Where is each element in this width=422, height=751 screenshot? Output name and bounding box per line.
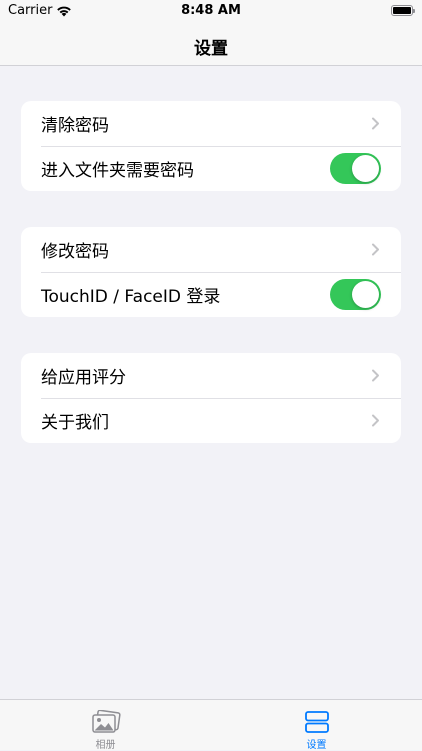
row-label: 给应用评分 bbox=[41, 368, 126, 388]
row-rate-app[interactable]: 给应用评分 bbox=[21, 353, 401, 398]
row-clear-password[interactable]: 清除密码 bbox=[21, 101, 401, 146]
tab-label: 设置 bbox=[306, 740, 327, 751]
chevron-right-icon bbox=[372, 414, 379, 427]
status-bar: Carrier 8:48 AM bbox=[0, 0, 422, 24]
page-title: 设置 bbox=[194, 39, 228, 59]
chevron-right-icon bbox=[372, 243, 379, 256]
navigation-bar: 设置 bbox=[0, 24, 422, 66]
settings-tab-icon bbox=[305, 711, 329, 733]
folder-password-toggle[interactable] bbox=[330, 153, 381, 184]
chevron-right-icon bbox=[372, 117, 379, 130]
tab-album[interactable]: 相册 bbox=[0, 700, 211, 751]
settings-group-security: 修改密码 TouchID / FaceID 登录 bbox=[21, 227, 401, 317]
toggle-knob bbox=[352, 281, 379, 308]
row-label: 修改密码 bbox=[41, 242, 109, 262]
tab-settings[interactable]: 设置 bbox=[211, 700, 422, 751]
row-label: TouchID / FaceID 登录 bbox=[41, 287, 221, 307]
tab-bar: 相册 设置 bbox=[0, 699, 422, 751]
photos-icon bbox=[92, 710, 121, 733]
row-label: 关于我们 bbox=[41, 413, 109, 433]
toggle-knob bbox=[352, 155, 379, 182]
battery-level bbox=[393, 7, 411, 14]
tab-label: 相册 bbox=[95, 740, 116, 751]
row-about-us[interactable]: 关于我们 bbox=[21, 398, 401, 443]
battery-cap bbox=[413, 9, 415, 13]
row-change-password[interactable]: 修改密码 bbox=[21, 227, 401, 272]
biometric-login-toggle[interactable] bbox=[330, 279, 381, 310]
status-time: 8:48 AM bbox=[181, 3, 241, 18]
battery-icon bbox=[391, 5, 415, 16]
settings-group-password: 清除密码 进入文件夹需要密码 bbox=[21, 101, 401, 191]
settings-group-about: 给应用评分 关于我们 bbox=[21, 353, 401, 443]
row-label: 进入文件夹需要密码 bbox=[41, 161, 194, 181]
row-biometric-login: TouchID / FaceID 登录 bbox=[21, 272, 401, 317]
row-folder-requires-password: 进入文件夹需要密码 bbox=[21, 146, 401, 191]
row-label: 清除密码 bbox=[41, 116, 109, 136]
chevron-right-icon bbox=[372, 369, 379, 382]
